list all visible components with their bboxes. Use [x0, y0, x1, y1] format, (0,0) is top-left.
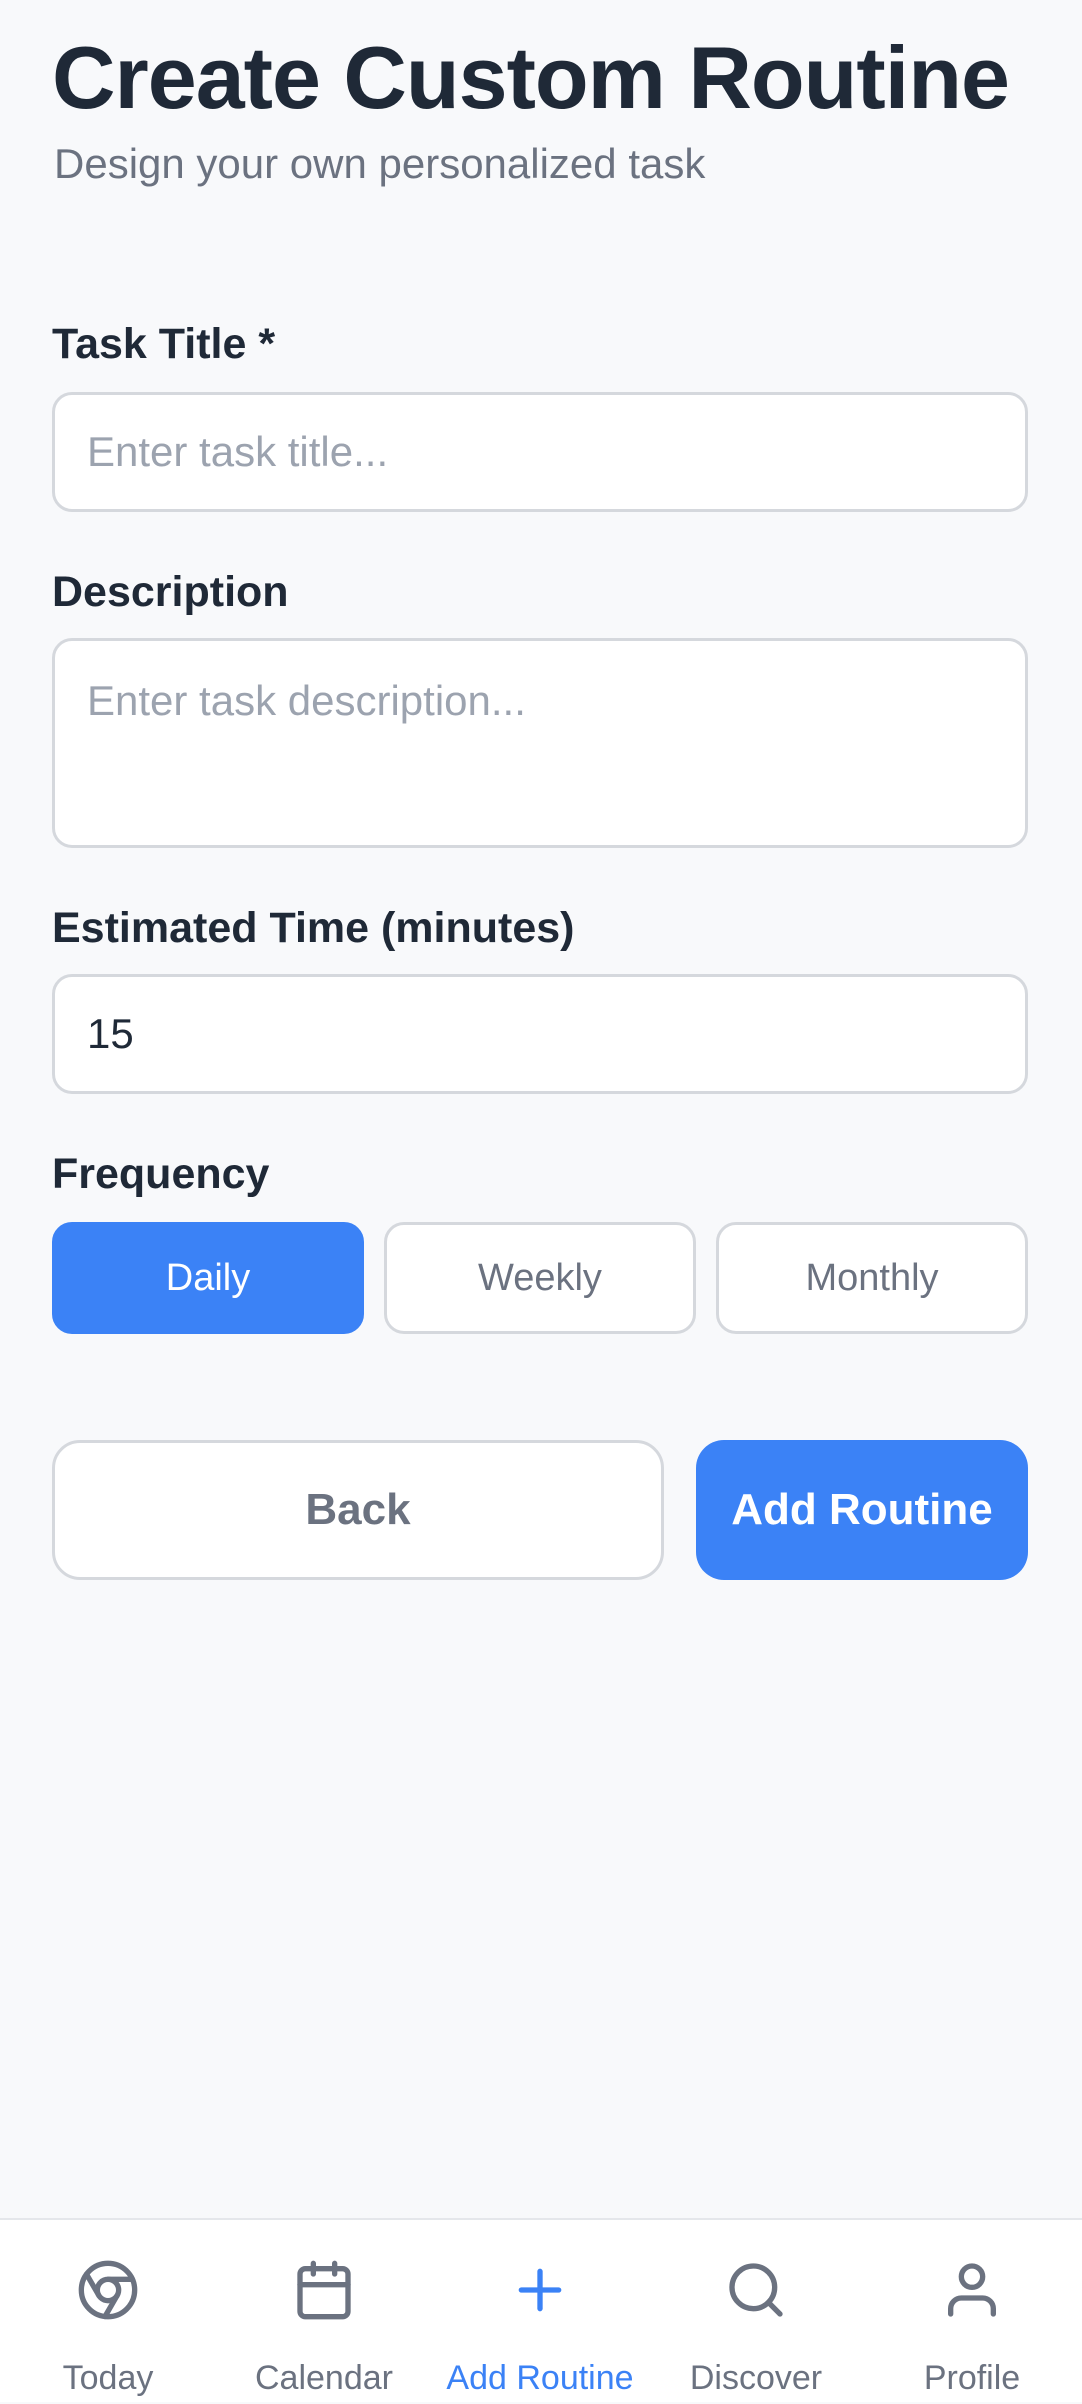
nav-label-add-routine: Add Routine: [446, 2359, 634, 2397]
calendar-icon: [292, 2258, 356, 2322]
task-title-label: Task Title *: [52, 320, 276, 368]
task-title-input[interactable]: Enter task title...: [52, 392, 1028, 512]
nav-label-profile: Profile: [923, 2359, 1021, 2397]
nav-label-today: Today: [62, 2359, 154, 2397]
estimated-time-input[interactable]: 15: [52, 974, 1028, 1094]
plus-icon: [508, 2258, 572, 2322]
nav-item-today[interactable]: Today: [0, 2220, 216, 2404]
frequency-selector: Daily Weekly Monthly: [52, 1222, 1028, 1334]
description-placeholder: Enter task description...: [87, 677, 526, 724]
frequency-weekly-button[interactable]: Weekly: [384, 1222, 696, 1334]
back-button[interactable]: Back: [52, 1440, 664, 1580]
description-textarea[interactable]: Enter task description...: [52, 638, 1028, 848]
page-title: Create Custom Routine: [52, 28, 1010, 127]
nav-item-add-routine[interactable]: Add Routine: [432, 2220, 648, 2404]
estimated-time-label: Estimated Time (minutes): [52, 904, 575, 952]
frequency-monthly-button[interactable]: Monthly: [716, 1222, 1028, 1334]
page-subtitle: Design your own personalized task: [54, 140, 706, 187]
nav-label-discover: Discover: [689, 2359, 823, 2397]
nav-item-discover[interactable]: Discover: [648, 2220, 864, 2404]
frequency-daily-button[interactable]: Daily: [52, 1222, 364, 1334]
bottom-navigation: Today Calendar Add Routine Discover Prof…: [0, 2218, 1082, 2402]
search-icon: [724, 2258, 788, 2322]
frequency-label: Frequency: [52, 1150, 270, 1198]
nav-label-calendar: Calendar: [255, 2359, 393, 2397]
estimated-time-value: 15: [87, 1010, 134, 1057]
description-label: Description: [52, 568, 289, 616]
add-routine-button[interactable]: Add Routine: [696, 1440, 1028, 1580]
task-title-placeholder: Enter task title...: [87, 428, 389, 475]
nav-item-profile[interactable]: Profile: [864, 2220, 1080, 2404]
user-icon: [940, 2258, 1004, 2322]
nav-item-calendar[interactable]: Calendar: [216, 2220, 432, 2404]
chrome-icon: [76, 2258, 140, 2322]
